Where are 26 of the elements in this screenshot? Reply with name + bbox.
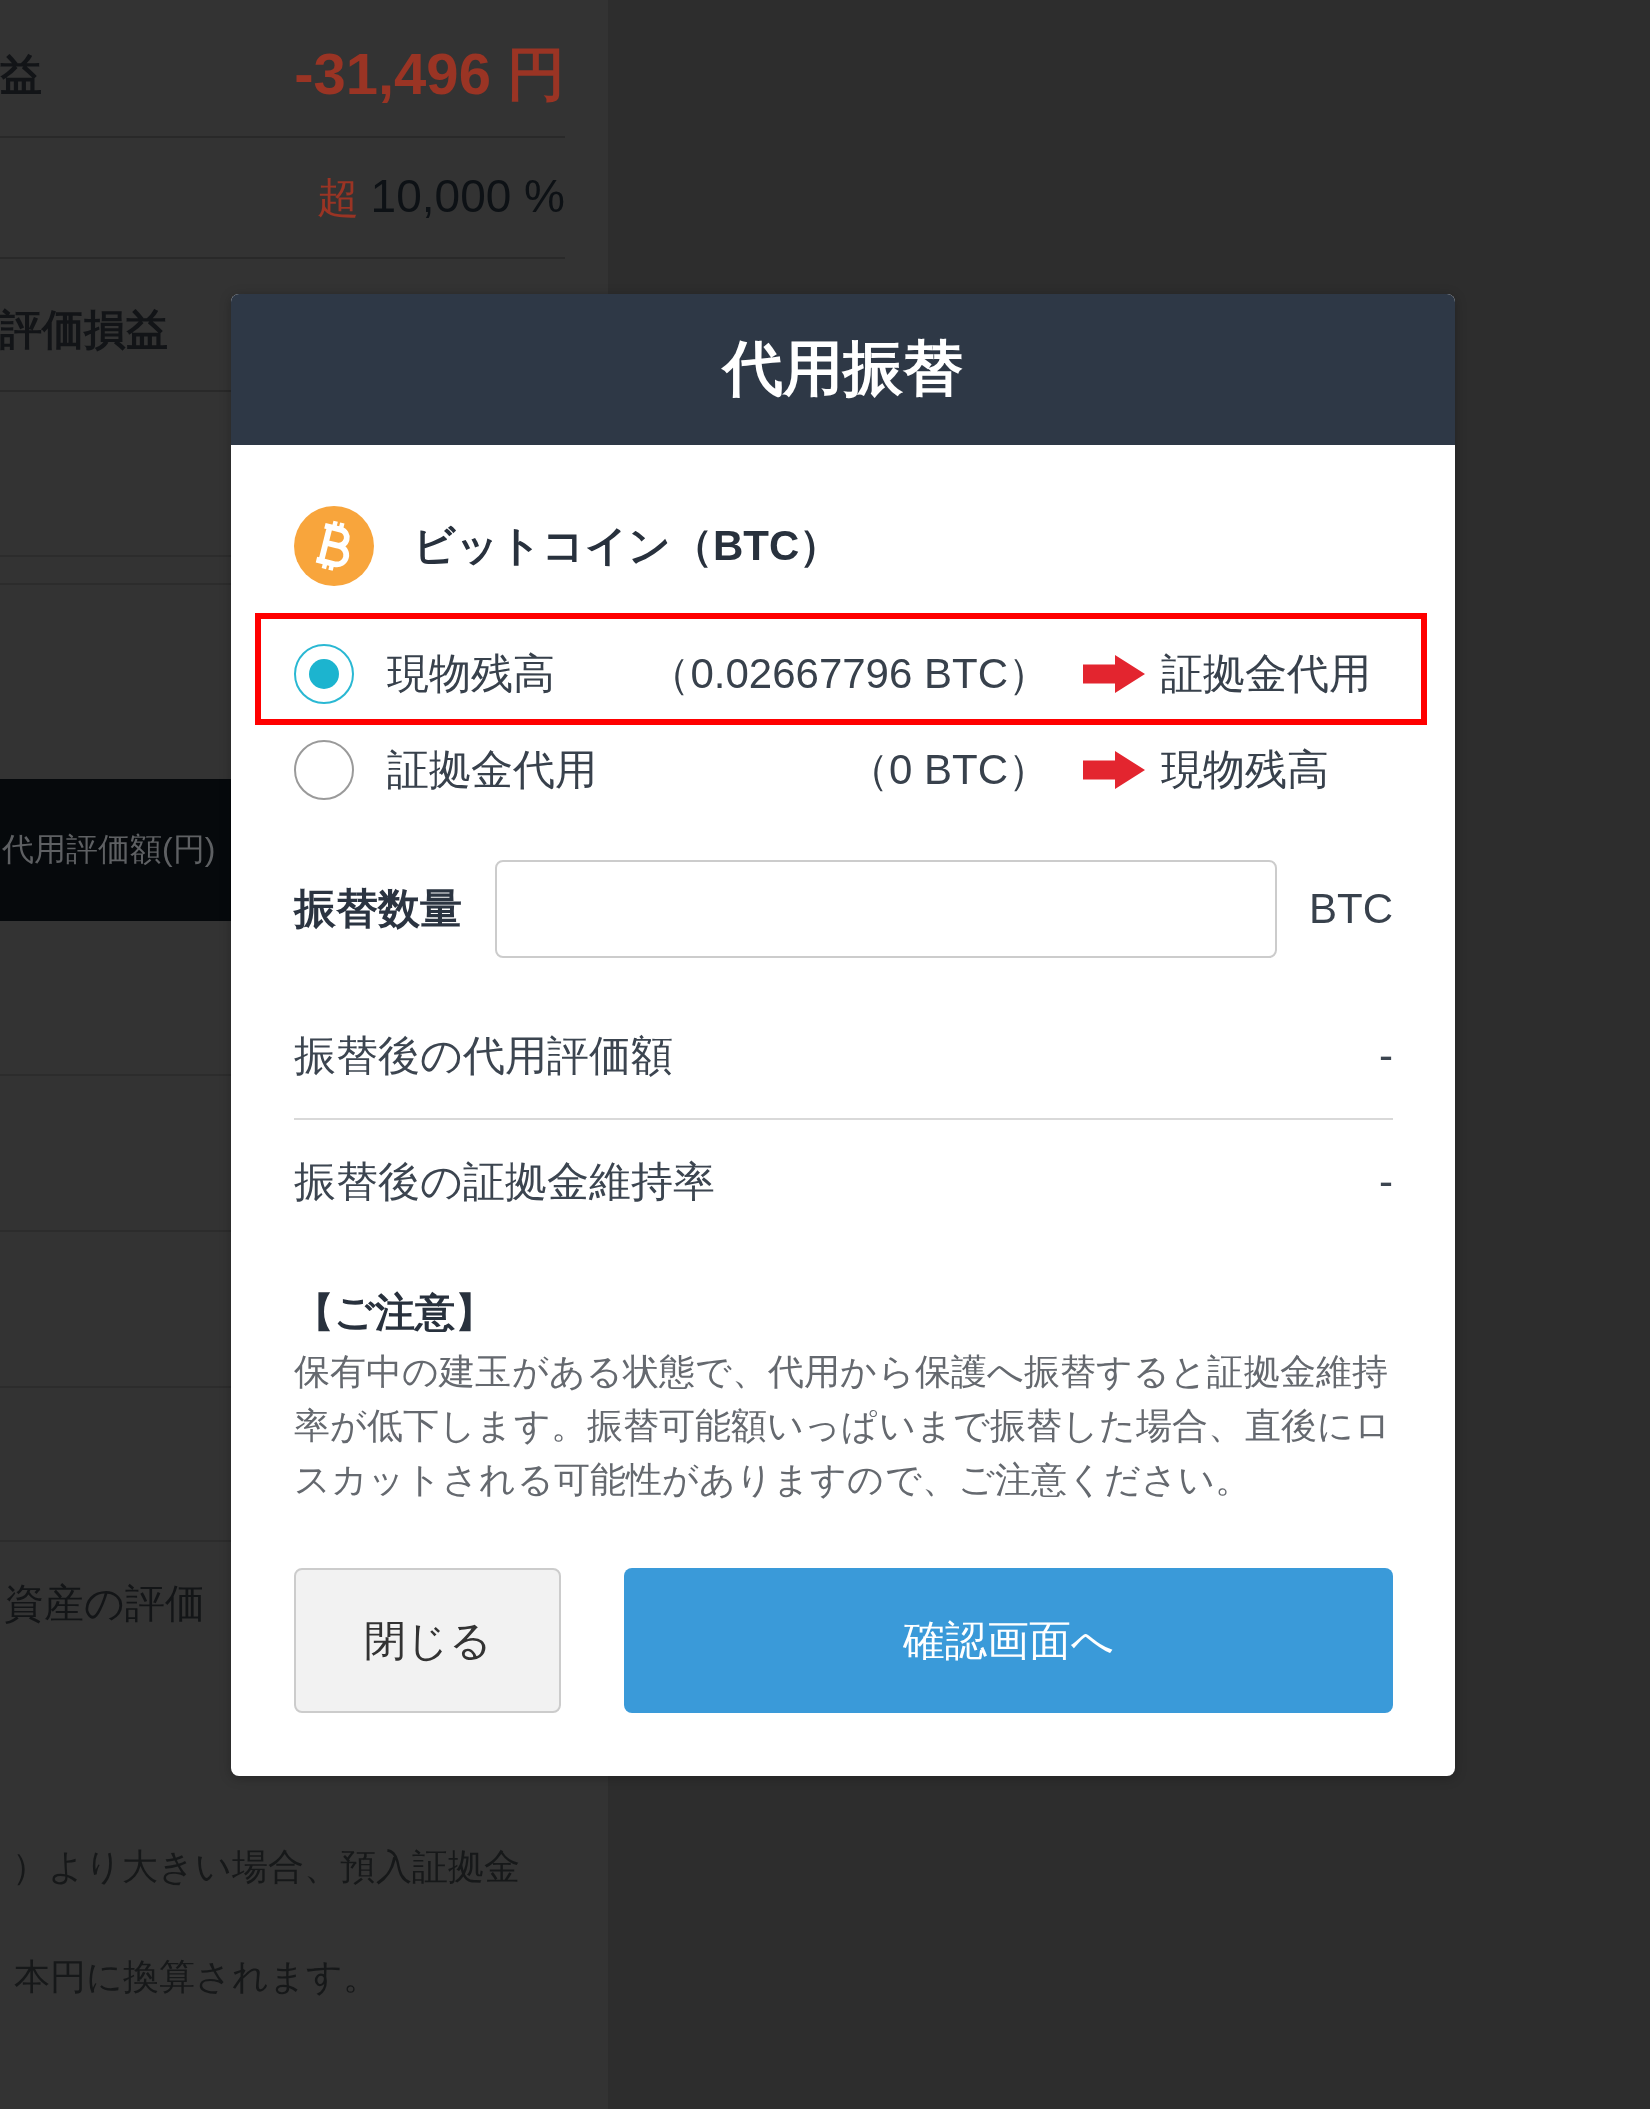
arrow-icon — [1083, 655, 1145, 693]
option-label: 証拠金代用 — [387, 745, 597, 795]
result-value: - — [1379, 1158, 1393, 1206]
radio-button[interactable] — [294, 740, 354, 800]
quantity-input[interactable] — [495, 860, 1277, 958]
balance-amount: （0.02667796 BTC） — [647, 649, 1050, 699]
column-header: 代用評価額(円) — [1, 830, 216, 869]
quantity-label: 振替数量 — [294, 884, 463, 934]
notice-text: 保有中の建玉がある状態で、代用から保護へ振替すると証拠金維持率が低下します。振替可能額いっぱいまで振替した場合、直後にロスカットされる可能性がありますので、ご注意ください。 — [294, 1351, 1392, 1502]
dialog-title: 代用振替 — [723, 334, 963, 404]
arrow-icon — [1083, 751, 1145, 789]
option-label: 現物残高 — [387, 649, 555, 699]
radio-button[interactable] — [294, 644, 354, 704]
target-label: 証拠金代用 — [1161, 649, 1372, 699]
target-label: 現物残高 — [1161, 745, 1330, 795]
result-label: 振替後の代用評価額 — [294, 1031, 673, 1081]
unit-label: BTC — [1309, 885, 1393, 933]
asset-name: ビットコイン（BTC） — [413, 521, 842, 571]
value-prefix: 超 — [316, 173, 359, 223]
result-value: - — [1379, 1032, 1393, 1080]
balance-amount: （0 BTC） — [845, 745, 1050, 795]
result-label: 振替後の証拠金維持率 — [294, 1157, 715, 1207]
coin-icon — [294, 506, 374, 586]
close-button[interactable]: 閉じる — [294, 1568, 561, 1713]
row-value: -31,496 円 — [294, 40, 565, 108]
notice-title: 【ご注意】 — [294, 1289, 496, 1336]
